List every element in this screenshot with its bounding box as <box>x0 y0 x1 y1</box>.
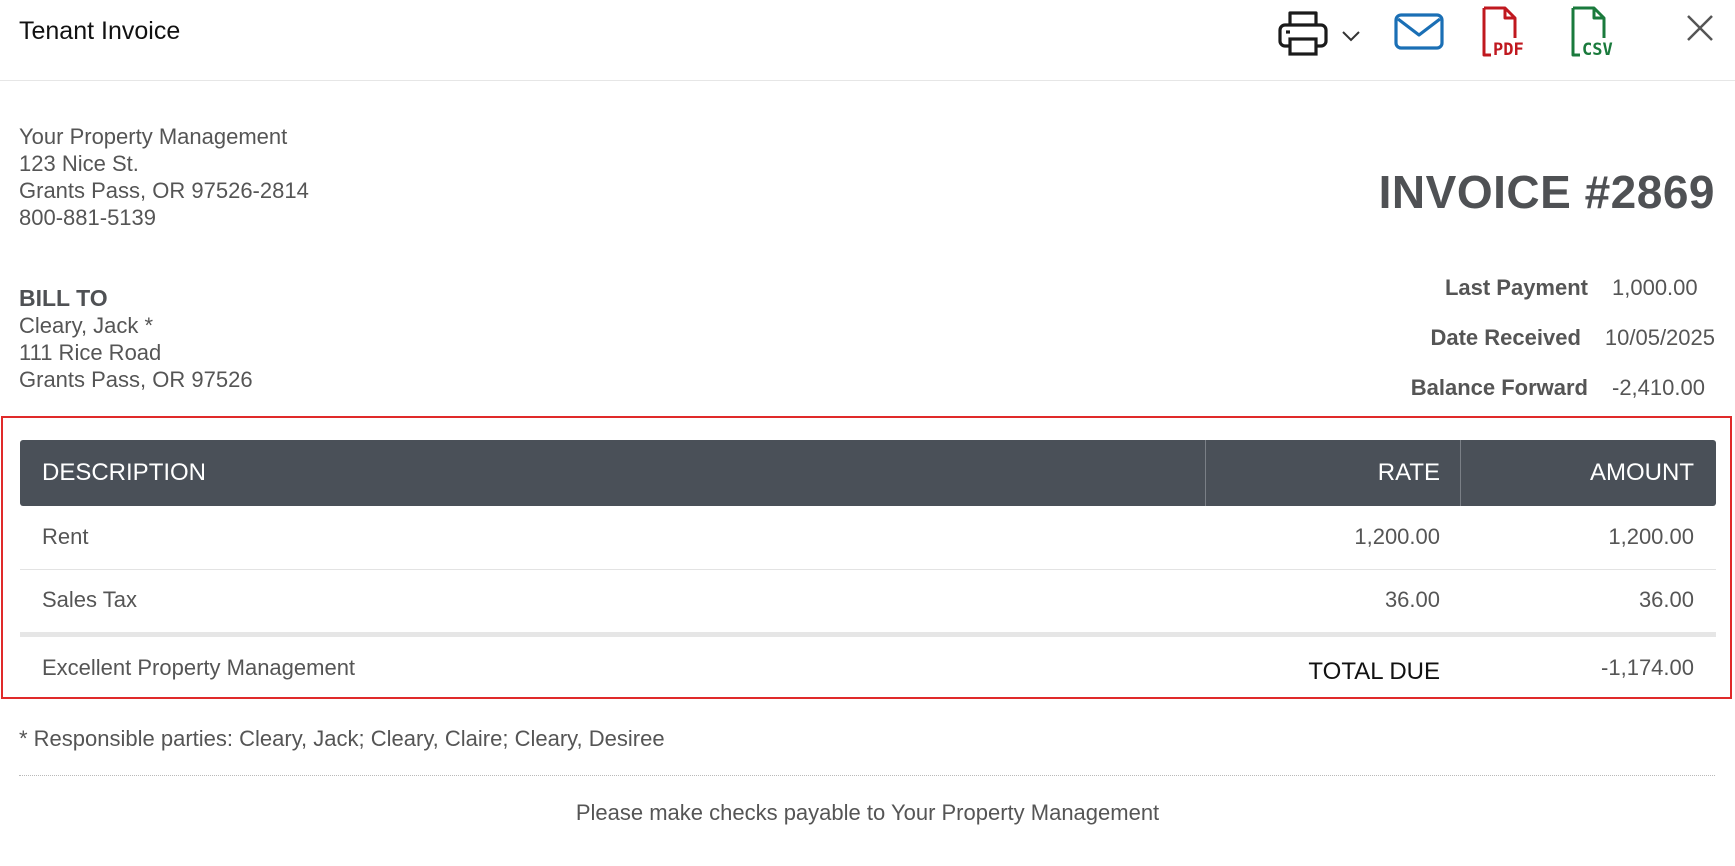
total-due-label: TOTAL DUE <box>1308 658 1440 685</box>
row-description: Rent <box>42 524 89 549</box>
company-address: Your Property Management 123 Nice St. Gr… <box>19 123 309 231</box>
dialog-header: Tenant Invoice PDF CSV <box>0 0 1735 81</box>
summary-value: 1,000.00 <box>1612 275 1698 300</box>
row-amount: 36.00 <box>1638 587 1694 612</box>
table-row: Sales Tax 36.00 36.00 <box>20 569 1716 632</box>
svg-text:PDF: PDF <box>1493 40 1524 59</box>
table-header: DESCRIPTION RATE AMOUNT <box>20 440 1716 506</box>
summary-value: -2,410.00 <box>1612 375 1705 400</box>
dialog-title: Tenant Invoice <box>19 17 181 45</box>
print-options-dropdown[interactable] <box>1340 28 1362 44</box>
print-button[interactable] <box>1277 8 1329 58</box>
tenant-street: 111 Rice Road <box>19 340 162 365</box>
summary-value: 10/05/2025 <box>1604 325 1715 350</box>
company-street: 123 Nice St. <box>19 151 139 176</box>
row-rate: 1,200.00 <box>1354 524 1440 549</box>
total-row: Excellent Property Management TOTAL DUE … <box>20 637 1716 700</box>
row-rate: 36.00 <box>1384 587 1440 612</box>
svg-text:CSV: CSV <box>1582 40 1613 59</box>
tenant-city: Grants Pass, OR 97526 <box>19 367 253 392</box>
mail-icon <box>1394 13 1444 50</box>
payment-instructions: Please make checks payable to Your Prope… <box>575 800 1160 825</box>
summary-row-date-received: Date Received 10/05/2025 <box>1355 313 1715 363</box>
responsible-parties-note: * Responsible parties: Cleary, Jack; Cle… <box>19 726 665 751</box>
line-items-table: DESCRIPTION RATE AMOUNT Rent 1,200.00 1,… <box>1 416 1732 699</box>
company-phone: 800-881-5139 <box>19 205 157 230</box>
tenant-name: Cleary, Jack * <box>19 313 154 338</box>
printer-icon <box>1278 11 1328 56</box>
total-description: Excellent Property Management <box>42 655 356 680</box>
total-due-amount: -1,174.00 <box>1601 655 1694 680</box>
row-description: Sales Tax <box>42 587 137 612</box>
company-name: Your Property Management <box>19 124 288 149</box>
column-header-rate: RATE <box>1377 459 1440 486</box>
pdf-export-button[interactable]: PDF <box>1481 5 1539 59</box>
bill-to: BILL TO Cleary, Jack * 111 Rice Road Gra… <box>19 285 253 393</box>
column-divider <box>1460 440 1461 506</box>
close-button[interactable] <box>1685 13 1715 43</box>
csv-export-button[interactable]: CSV <box>1570 5 1628 59</box>
pdf-icon: PDF <box>1482 6 1524 59</box>
table-row: Rent 1,200.00 1,200.00 <box>20 506 1716 569</box>
company-city: Grants Pass, OR 97526-2814 <box>19 178 309 203</box>
email-button[interactable] <box>1393 10 1445 52</box>
summary-label: Last Payment <box>1444 275 1588 300</box>
dotted-divider <box>19 775 1715 776</box>
column-header-description: DESCRIPTION <box>42 459 207 486</box>
row-amount: 1,200.00 <box>1608 524 1694 549</box>
summary-row-balance-forward: Balance Forward -2,410.00 <box>1355 363 1715 413</box>
summary-label: Date Received <box>1430 325 1581 350</box>
close-icon <box>1687 15 1713 41</box>
bill-to-heading: BILL TO <box>19 285 108 311</box>
column-header-amount: AMOUNT <box>1590 459 1694 486</box>
chevron-down-icon <box>1342 31 1360 42</box>
summary-row-last-payment: Last Payment 1,000.00 <box>1355 263 1715 313</box>
invoice-number: INVOICE #2869 <box>1378 166 1715 218</box>
summary-label: Balance Forward <box>1410 375 1588 400</box>
csv-icon: CSV <box>1571 6 1613 59</box>
payment-summary: Last Payment 1,000.00 Date Received 10/0… <box>1355 263 1715 413</box>
column-divider <box>1205 440 1206 506</box>
